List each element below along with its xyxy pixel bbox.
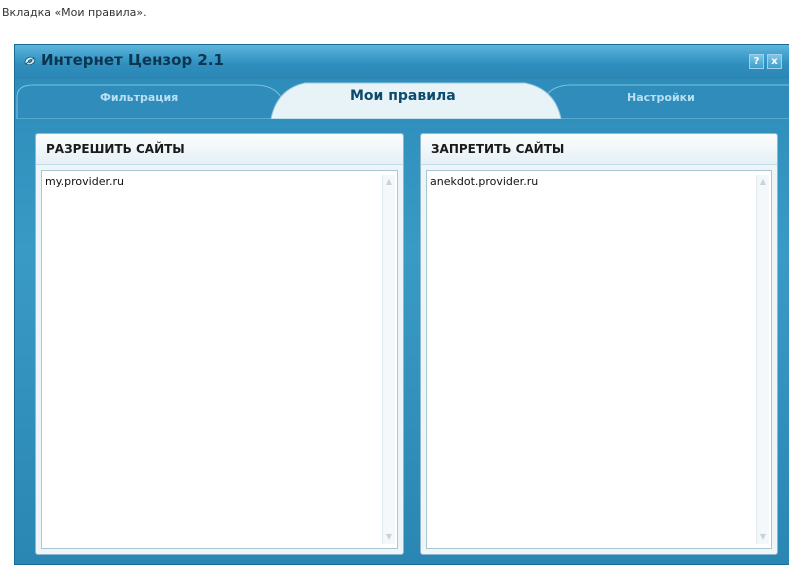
help-icon: ? [753, 56, 760, 67]
deny-sites-list[interactable]: anekdot.provider.ru ▲ ▼ [426, 170, 772, 549]
deny-sites-scrollbar[interactable]: ▲ ▼ [756, 175, 769, 544]
tab-settings[interactable]: Настройки [627, 91, 695, 104]
deny-sites-panel: ЗАПРЕТИТЬ САЙТЫ anekdot.provider.ru ▲ ▼ [420, 133, 778, 555]
tab-filtering[interactable]: Фильтрация [100, 91, 178, 104]
scroll-up-arrow-icon[interactable]: ▲ [384, 177, 394, 187]
allow-sites-title: РАЗРЕШИТЬ САЙТЫ [46, 142, 185, 156]
title-bar: Интернет Цензор 2.1 ? x [15, 45, 789, 79]
app-logo-icon [24, 56, 36, 66]
allow-sites-panel: РАЗРЕШИТЬ САЙТЫ my.provider.ru ▲ ▼ [35, 133, 404, 555]
scroll-down-arrow-icon[interactable]: ▼ [384, 532, 394, 542]
allow-sites-header: РАЗРЕШИТЬ САЙТЫ [36, 134, 403, 165]
allow-sites-scrollbar[interactable]: ▲ ▼ [382, 175, 395, 544]
tab-bar: Фильтрация Мои правила Настройки [15, 79, 789, 119]
close-button[interactable]: x [767, 54, 782, 69]
close-icon: x [771, 56, 778, 67]
list-item[interactable]: my.provider.ru [45, 175, 124, 188]
page-caption: Вкладка «Мои правила». [2, 6, 147, 19]
tab-my-rules[interactable]: Мои правила [350, 88, 456, 104]
deny-sites-header: ЗАПРЕТИТЬ САЙТЫ [421, 134, 777, 165]
scroll-down-arrow-icon[interactable]: ▼ [758, 532, 768, 542]
window-title: Интернет Цензор 2.1 [41, 51, 224, 69]
app-window: Интернет Цензор 2.1 ? x Фильтрация Мои п… [14, 44, 789, 565]
allow-sites-list[interactable]: my.provider.ru ▲ ▼ [41, 170, 398, 549]
help-button[interactable]: ? [749, 54, 764, 69]
deny-sites-title: ЗАПРЕТИТЬ САЙТЫ [431, 142, 565, 156]
list-item[interactable]: anekdot.provider.ru [430, 175, 538, 188]
tab-content: РАЗРЕШИТЬ САЙТЫ my.provider.ru ▲ ▼ ЗАПРЕ… [15, 119, 789, 564]
scroll-up-arrow-icon[interactable]: ▲ [758, 177, 768, 187]
